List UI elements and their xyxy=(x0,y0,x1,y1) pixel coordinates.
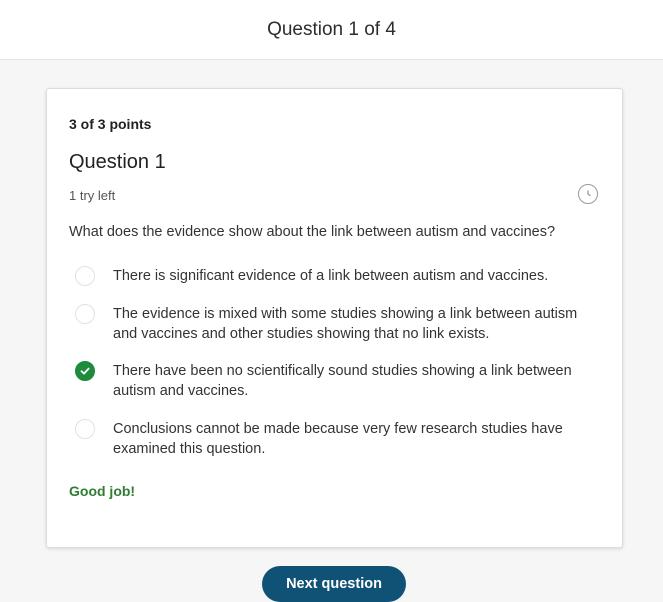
answer-option-label: There have been no scientifically sound … xyxy=(113,363,572,399)
next-question-button[interactable]: Next question xyxy=(262,566,406,602)
answer-option[interactable]: There is significant evidence of a link … xyxy=(75,266,595,286)
answer-option-label: Conclusions cannot be made because very … xyxy=(113,421,563,457)
feedback-message: Good job! xyxy=(69,483,136,499)
history-icon-glyph xyxy=(587,190,591,197)
radio-button[interactable] xyxy=(75,266,95,286)
page-title: Question 1 of 4 xyxy=(267,18,396,40)
history-icon[interactable] xyxy=(578,184,598,204)
tries-left: 1 try left xyxy=(69,188,116,203)
radio-button-checked[interactable] xyxy=(75,361,95,381)
answer-option[interactable]: There have been no scientifically sound … xyxy=(75,361,595,401)
question-prompt: What does the evidence show about the li… xyxy=(69,224,556,240)
radio-button[interactable] xyxy=(75,419,95,439)
answer-option[interactable]: The evidence is mixed with some studies … xyxy=(75,304,595,344)
question-card: 3 of 3 points Question 1 1 try left What… xyxy=(46,88,623,548)
answer-option-label: There is significant evidence of a link … xyxy=(113,268,549,284)
points-score: 3 of 3 points xyxy=(69,116,152,132)
top-bar: Question 1 of 4 xyxy=(0,0,663,60)
check-icon xyxy=(80,367,90,375)
answer-option[interactable]: Conclusions cannot be made because very … xyxy=(75,419,595,459)
radio-button[interactable] xyxy=(75,304,95,324)
question-title: Question 1 xyxy=(69,151,166,173)
answer-option-label: The evidence is mixed with some studies … xyxy=(113,306,578,342)
